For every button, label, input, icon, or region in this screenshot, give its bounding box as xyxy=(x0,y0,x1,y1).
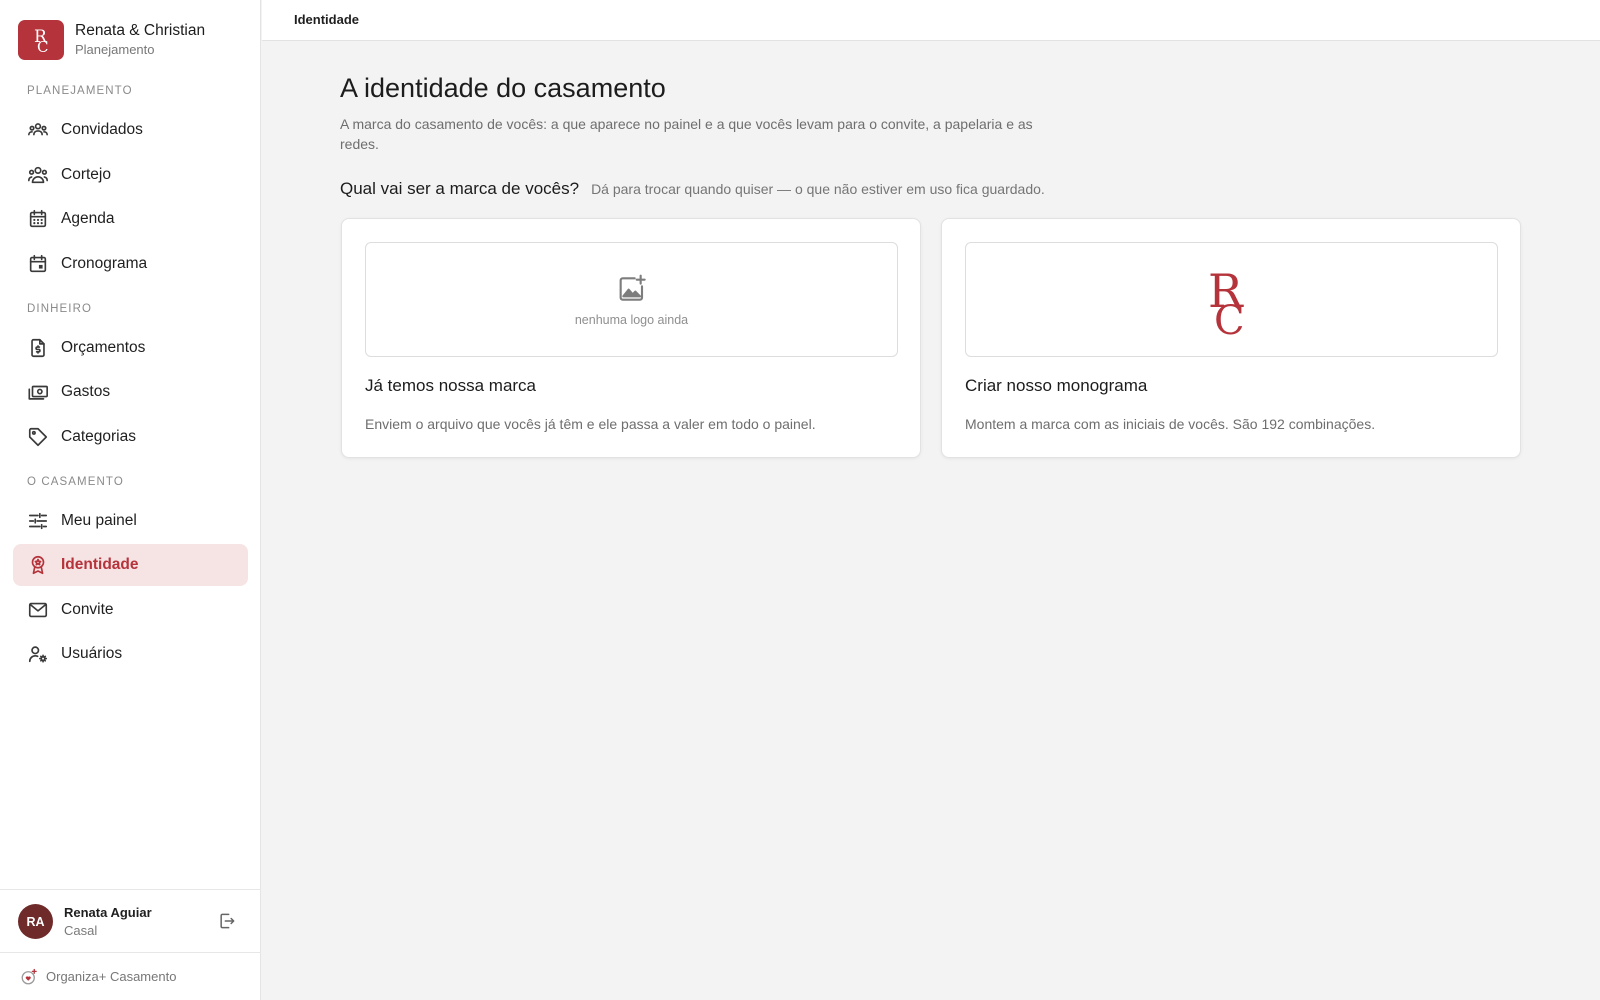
sliders-icon xyxy=(26,509,50,533)
brand-logo: R C xyxy=(18,20,64,60)
sidebar: R C Renata & Christian Planejamento PLAN… xyxy=(0,0,261,1000)
page-title: A identidade do casamento xyxy=(340,73,666,103)
breadcrumb: Identidade xyxy=(294,12,360,27)
page-description: A marca do casamento de vocês: a que apa… xyxy=(340,116,1033,152)
user-name: Renata Aguiar xyxy=(64,905,152,920)
sidebar-item-meu-painel[interactable]: Meu painel xyxy=(13,500,248,542)
tag-icon xyxy=(26,425,50,449)
sidebar-item-categorias[interactable]: Categorias xyxy=(13,416,248,458)
sidebar-item-label: Gastos xyxy=(61,383,111,400)
sidebar-item-usuarios[interactable]: Usuários xyxy=(13,633,248,675)
sidebar-item-gastos[interactable]: Gastos xyxy=(13,371,248,413)
sidebar-item-cortejo[interactable]: Cortejo xyxy=(13,154,248,196)
sidebar-item-label: Agenda xyxy=(61,210,115,227)
option-card-upload-logo[interactable]: nenhuma logo ainda Já temos nossa marca … xyxy=(341,218,921,458)
question-hint: Dá para trocar quando quiser — o que não… xyxy=(591,181,1045,197)
section-label-planejamento: PLANEJAMENTO xyxy=(27,85,133,97)
rc-monogram-icon: R C xyxy=(1208,264,1245,337)
sidebar-item-label: Usuários xyxy=(61,645,123,662)
sidebar-item-orcamentos[interactable]: Orçamentos xyxy=(13,327,248,369)
badge-icon xyxy=(26,553,50,577)
sidebar-item-cronograma[interactable]: Cronograma xyxy=(13,243,248,285)
brand-name: Renata & Christian xyxy=(75,22,206,39)
logo-preview-empty[interactable]: nenhuma logo ainda xyxy=(365,242,898,357)
sidebar-item-identidade[interactable]: Identidade xyxy=(13,544,248,586)
calendar-event-icon xyxy=(26,252,50,276)
svg-text:C: C xyxy=(1214,298,1245,337)
heart-plus-icon xyxy=(19,967,39,987)
user-settings-icon xyxy=(26,642,50,666)
sidebar-item-label: Convidados xyxy=(61,121,143,138)
logout-button[interactable] xyxy=(215,909,239,933)
sidebar-item-convite[interactable]: Convite xyxy=(13,589,248,631)
money-icon xyxy=(26,380,50,404)
sidebar-item-label: Categorias xyxy=(61,428,136,445)
user-role: Casal xyxy=(64,923,98,938)
logout-icon xyxy=(220,913,235,929)
option-card-create-monogram[interactable]: R C Criar nosso monograma Montem a marca… xyxy=(941,218,1521,458)
section-label-dinheiro: DINHEIRO xyxy=(27,303,93,315)
question-row: Qual vai ser a marca de vocês? Dá para t… xyxy=(340,179,1045,199)
monogram-preview[interactable]: R C xyxy=(965,242,1498,357)
sidebar-item-label: Cortejo xyxy=(61,166,111,183)
brand-subtitle: Planejamento xyxy=(75,42,155,57)
sidebar-item-label: Orçamentos xyxy=(61,339,146,356)
user-panel: RA Renata Aguiar Casal xyxy=(0,889,261,952)
sidebar-item-agenda[interactable]: Agenda xyxy=(13,198,248,240)
avatar[interactable]: RA xyxy=(18,904,53,939)
topbar: Identidade xyxy=(262,0,1600,41)
app-footer: Organiza+ Casamento xyxy=(0,952,261,1000)
question-heading: Qual vai ser a marca de vocês? xyxy=(340,179,580,198)
brand[interactable]: R C Renata & Christian Planejamento xyxy=(18,20,205,60)
calendar-icon xyxy=(26,207,50,231)
sidebar-item-convidados[interactable]: Convidados xyxy=(13,109,248,151)
svg-text:C: C xyxy=(37,38,48,55)
empty-logo-label: nenhuma logo ainda xyxy=(574,312,689,327)
sidebar-item-label: Convite xyxy=(61,601,114,618)
mail-icon xyxy=(26,598,50,622)
sidebar-item-label: Cronograma xyxy=(61,255,148,272)
card-title: Criar nosso monograma xyxy=(965,376,1148,395)
add-image-icon xyxy=(619,274,646,301)
procession-icon xyxy=(26,163,50,187)
sidebar-item-label: Meu painel xyxy=(61,512,137,529)
budget-icon xyxy=(26,336,50,360)
card-description: Montem a marca com as iniciais de vocês.… xyxy=(965,416,1376,432)
rc-monogram-icon: R C xyxy=(34,27,48,55)
guests-icon xyxy=(26,118,50,142)
app-name: Organiza+ Casamento xyxy=(46,969,177,984)
card-description: Enviem o arquivo que vocês já têm e ele … xyxy=(365,416,816,432)
sidebar-item-label: Identidade xyxy=(61,556,139,573)
section-label-o-casamento: O CASAMENTO xyxy=(27,476,124,488)
card-title: Já temos nossa marca xyxy=(365,376,537,395)
